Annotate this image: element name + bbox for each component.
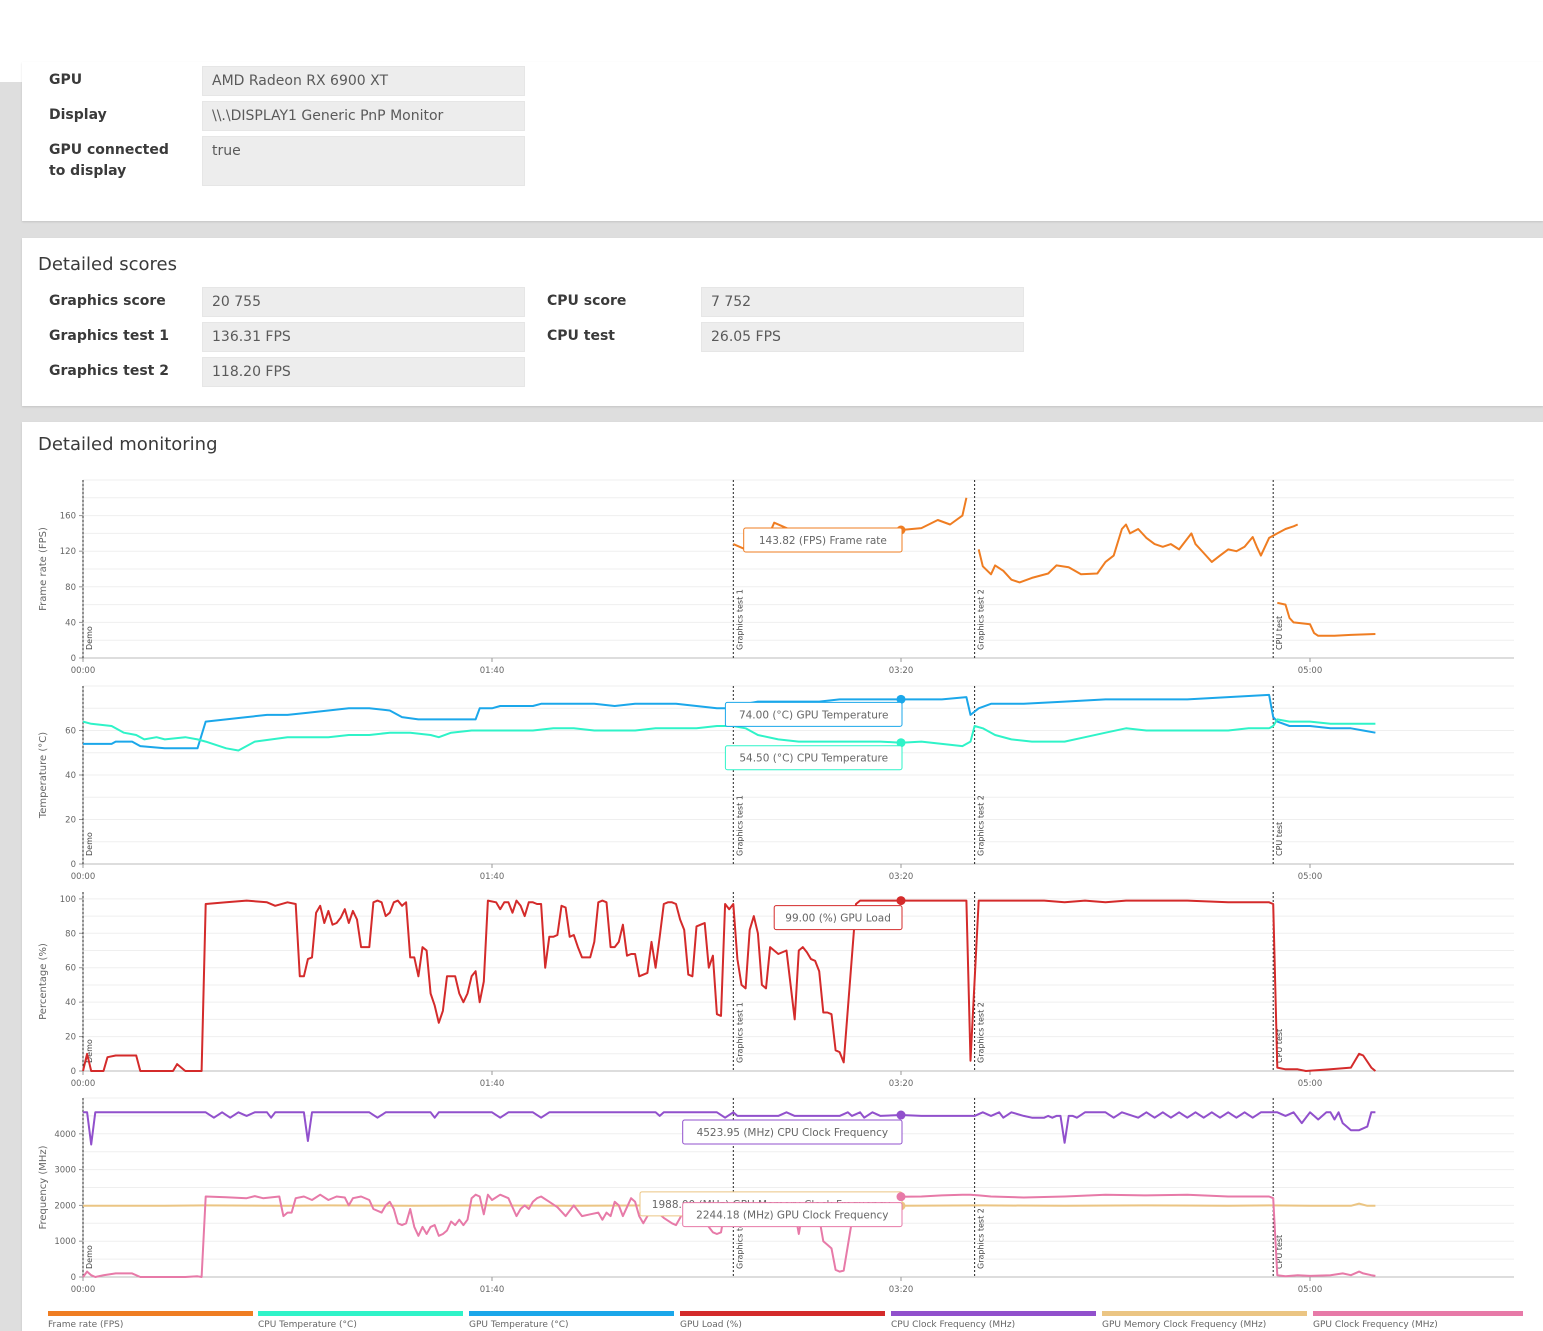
- legend-label: CPU Temperature (°C): [258, 1320, 357, 1330]
- legend-swatch: [680, 1311, 885, 1316]
- test-marker-label: Graphics test 2: [977, 1208, 986, 1269]
- x-tick-label: 03:20: [889, 1285, 914, 1295]
- test-marker-label: Graphics test 1: [735, 1002, 744, 1063]
- tooltip-text: 143.82 (FPS) Frame rate: [759, 535, 887, 547]
- test-marker-label: Demo: [85, 1245, 94, 1269]
- x-tick-label: 03:20: [889, 666, 914, 676]
- test-marker-label: Graphics test 2: [977, 795, 986, 856]
- x-tick-label: 00:00: [71, 872, 96, 882]
- y-tick-label: 120: [60, 547, 76, 557]
- x-tick-label: 05:00: [1298, 872, 1323, 882]
- legend-label: GPU Memory Clock Frequency (MHz): [1102, 1320, 1267, 1330]
- test-marker-label: Graphics test 2: [977, 1002, 986, 1063]
- series-line-gpu-load: [82, 899, 1377, 1072]
- legend-swatch: [469, 1311, 674, 1316]
- x-tick-label: 01:40: [480, 1285, 505, 1295]
- legend-label: GPU Load (%): [680, 1320, 742, 1330]
- x-tick-label: 05:00: [1298, 1079, 1323, 1089]
- tooltip-text: 4523.95 (MHz) CPU Clock Frequency: [697, 1127, 889, 1139]
- x-tick-label: 03:20: [889, 872, 914, 882]
- test-marker-label: CPU test: [1275, 616, 1284, 650]
- x-tick-label: 03:20: [889, 1079, 914, 1089]
- hover-point: [896, 1192, 906, 1202]
- y-axis-title: Temperature (°C): [38, 732, 49, 819]
- x-tick-label: 05:00: [1298, 1285, 1323, 1295]
- y-tick-label: 40: [65, 771, 76, 781]
- x-tick-label: 05:00: [1298, 666, 1323, 676]
- y-tick-label: 0: [71, 1067, 76, 1077]
- legend-swatch: [1102, 1311, 1307, 1316]
- test-marker-label: Demo: [85, 832, 94, 856]
- y-tick-label: 60: [65, 964, 76, 974]
- x-tick-label: 01:40: [480, 1079, 505, 1089]
- y-tick-label: 20: [65, 816, 76, 826]
- test-marker-label: Graphics test 2: [977, 589, 986, 650]
- legend-item-frame-rate[interactable]: Frame rate (FPS): [48, 1311, 253, 1330]
- y-tick-label: 20: [65, 1033, 76, 1043]
- y-tick-label: 100: [60, 895, 76, 905]
- y-tick-label: 40: [65, 998, 76, 1008]
- tooltip-text: 54.50 (°C) CPU Temperature: [739, 753, 888, 765]
- legend-item-gpu-clock[interactable]: GPU Clock Frequency (MHz): [1313, 1311, 1523, 1330]
- hover-point: [896, 896, 906, 906]
- y-tick-label: 4000: [54, 1130, 76, 1140]
- x-tick-label: 00:00: [71, 1285, 96, 1295]
- test-marker-label: Demo: [85, 626, 94, 650]
- hover-point: [896, 1110, 906, 1120]
- x-tick-label: 00:00: [71, 666, 96, 676]
- series-line-frame-rate-fps: [1277, 601, 1376, 637]
- y-tick-label: 80: [65, 583, 76, 593]
- legend-item-cpu-clock[interactable]: CPU Clock Frequency (MHz): [891, 1311, 1096, 1330]
- y-axis-title: Percentage (%): [38, 943, 49, 1020]
- legend-swatch: [258, 1311, 463, 1316]
- legend-item-cpu-temperature[interactable]: CPU Temperature (°C): [258, 1311, 463, 1330]
- tooltip-text: 2244.18 (MHz) GPU Clock Frequency: [696, 1210, 888, 1222]
- y-tick-label: 0: [71, 654, 76, 664]
- y-tick-label: 60: [65, 727, 76, 737]
- y-tick-label: 0: [71, 860, 76, 870]
- legend-label: CPU Clock Frequency (MHz): [891, 1320, 1016, 1330]
- y-tick-label: 40: [65, 618, 76, 628]
- tooltip-text: 74.00 (°C) GPU Temperature: [739, 709, 889, 721]
- y-tick-label: 0: [71, 1273, 76, 1283]
- y-axis-title: Frame rate (FPS): [38, 527, 49, 611]
- test-marker-label: CPU test: [1275, 822, 1284, 856]
- y-tick-label: 1000: [54, 1237, 76, 1247]
- legend-swatch: [891, 1311, 1096, 1316]
- legend-item-gpu-memory-clock[interactable]: GPU Memory Clock Frequency (MHz): [1102, 1311, 1307, 1330]
- y-tick-label: 2000: [54, 1201, 76, 1211]
- legend-item-gpu-load[interactable]: GPU Load (%): [680, 1311, 885, 1330]
- legend-label: Frame rate (FPS): [48, 1320, 124, 1330]
- y-tick-label: 3000: [54, 1166, 76, 1176]
- tooltip-text: 99.00 (%) GPU Load: [785, 913, 891, 925]
- legend-swatch: [48, 1311, 253, 1316]
- y-axis-title: Frequency (MHz): [38, 1145, 49, 1229]
- test-marker-label: Graphics test 1: [735, 589, 744, 650]
- x-tick-label: 01:40: [480, 872, 505, 882]
- legend-label: GPU Clock Frequency (MHz): [1313, 1320, 1438, 1330]
- test-marker-label: Graphics test 1: [735, 795, 744, 856]
- monitoring-charts[interactable]: 0 40 80 120 160 Frame rate (FPS) 00:00 01:40 03:…: [0, 0, 1543, 1331]
- legend-item-gpu-temperature[interactable]: GPU Temperature (°C): [469, 1311, 674, 1330]
- y-tick-label: 80: [65, 929, 76, 939]
- y-tick-label: 160: [60, 512, 76, 522]
- legend-swatch: [1313, 1311, 1523, 1316]
- x-tick-label: 00:00: [71, 1079, 96, 1089]
- legend-label: GPU Temperature (°C): [469, 1320, 569, 1330]
- x-tick-label: 01:40: [480, 666, 505, 676]
